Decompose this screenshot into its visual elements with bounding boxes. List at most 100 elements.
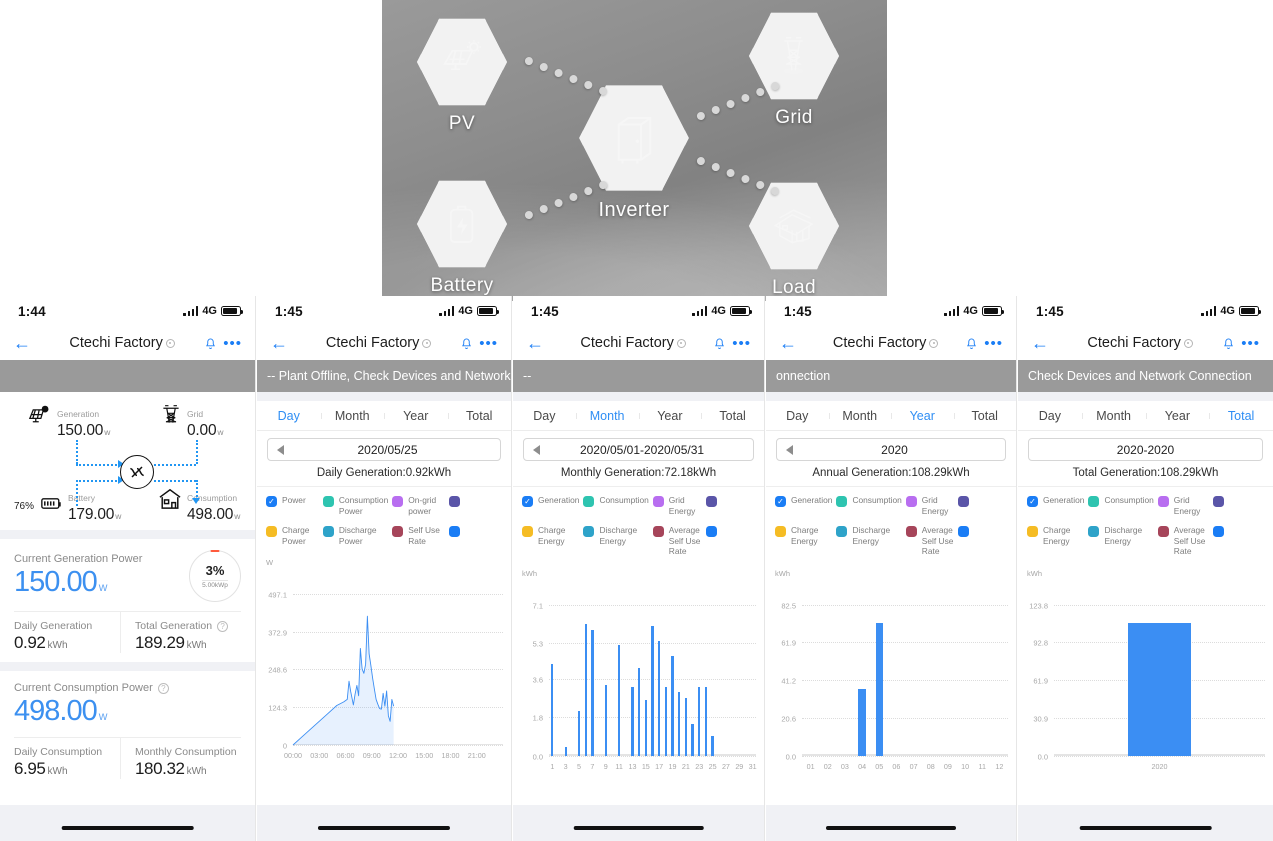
back-arrow-icon[interactable]: ← <box>1031 334 1057 352</box>
legend-swatch[interactable] <box>652 496 664 507</box>
legend-item[interactable]: Discharge Energy <box>583 525 648 557</box>
tab-month[interactable]: Month <box>320 409 385 423</box>
legend-swatch[interactable] <box>905 496 917 507</box>
legend-swatch[interactable] <box>705 496 717 507</box>
legend-item[interactable]: Discharge Power <box>322 525 388 546</box>
legend-item[interactable]: Discharge Energy <box>836 525 901 557</box>
legend-item[interactable]: Consumption <box>836 495 902 516</box>
more-options-icon[interactable]: ••• <box>223 336 242 351</box>
help-icon[interactable]: ? <box>217 620 229 632</box>
legend-swatch[interactable] <box>958 526 970 537</box>
tab-total[interactable]: Total <box>1209 409 1273 423</box>
legend-item[interactable] <box>705 525 755 557</box>
legend-item[interactable]: ✓ Generation <box>522 495 579 516</box>
tab-day[interactable]: Day <box>257 409 321 423</box>
more-options-icon[interactable]: ••• <box>984 336 1003 351</box>
legend-swatch[interactable] <box>583 496 595 507</box>
legend-swatch[interactable] <box>905 526 917 537</box>
legend-swatch[interactable] <box>392 496 404 507</box>
legend-item[interactable] <box>1212 525 1264 557</box>
tab-day[interactable]: Day <box>766 409 829 423</box>
tab-year[interactable]: Year <box>638 409 702 423</box>
legend-item[interactable]: Self Use Rate <box>392 525 445 546</box>
legend-swatch[interactable] <box>1212 496 1224 507</box>
tab-year[interactable]: Year <box>891 409 954 423</box>
bell-icon[interactable] <box>461 337 472 350</box>
legend-item[interactable] <box>958 495 1007 516</box>
tab-month[interactable]: Month <box>1081 409 1146 423</box>
back-arrow-icon[interactable]: ← <box>270 334 296 352</box>
tab-total[interactable]: Total <box>447 409 512 423</box>
legend-item[interactable]: Charge Energy <box>775 525 832 557</box>
tab-day[interactable]: Day <box>513 409 576 423</box>
legend-item[interactable] <box>1212 495 1264 516</box>
tab-month[interactable]: Month <box>828 409 892 423</box>
bell-icon[interactable] <box>1223 337 1234 350</box>
legend-swatch[interactable] <box>322 496 334 507</box>
gear-icon[interactable] <box>1183 338 1193 348</box>
legend-item[interactable]: Discharge Energy <box>1088 525 1153 557</box>
legend-swatch[interactable] <box>266 526 277 537</box>
more-options-icon[interactable]: ••• <box>732 336 751 351</box>
legend-item[interactable] <box>449 495 502 516</box>
back-arrow-icon[interactable]: ← <box>13 334 39 352</box>
legend-item[interactable] <box>705 495 755 516</box>
date-picker[interactable]: 2020/05/25 <box>267 438 501 461</box>
legend-swatch[interactable] <box>1157 526 1169 537</box>
tab-year[interactable]: Year <box>1145 409 1210 423</box>
previous-period-arrow-icon[interactable] <box>277 444 284 455</box>
date-picker[interactable]: 2020 <box>776 438 1006 461</box>
tab-day[interactable]: Day <box>1018 409 1082 423</box>
legend-swatch[interactable] <box>449 526 461 537</box>
legend-item[interactable]: Average Self Use Rate <box>652 525 702 557</box>
legend-swatch[interactable] <box>1088 526 1100 537</box>
legend-swatch[interactable] <box>449 496 461 507</box>
legend-swatch[interactable] <box>1027 526 1038 537</box>
legend-swatch[interactable] <box>836 496 848 507</box>
legend-item[interactable]: Consumption <box>583 495 649 516</box>
bell-icon[interactable] <box>966 337 977 350</box>
legend-swatch[interactable] <box>705 526 717 537</box>
legend-item[interactable]: Grid Energy <box>1157 495 1209 516</box>
back-arrow-icon[interactable]: ← <box>779 334 805 352</box>
legend-item[interactable]: ✓ Generation <box>775 495 832 516</box>
legend-item[interactable]: Average Self Use Rate <box>1157 525 1209 557</box>
legend-swatch[interactable] <box>322 526 334 537</box>
legend-swatch[interactable] <box>1157 496 1169 507</box>
legend-item[interactable]: Charge Energy <box>522 525 579 557</box>
gear-icon[interactable] <box>929 338 939 348</box>
tab-month[interactable]: Month <box>575 409 639 423</box>
legend-item[interactable]: Grid Energy <box>652 495 702 516</box>
legend-item[interactable] <box>449 525 502 546</box>
legend-swatch[interactable]: ✓ <box>266 496 277 507</box>
date-picker[interactable]: 2020/05/01-2020/05/31 <box>523 438 754 461</box>
gear-icon[interactable] <box>676 338 686 348</box>
legend-swatch[interactable] <box>958 496 970 507</box>
more-options-icon[interactable]: ••• <box>1241 336 1260 351</box>
legend-item[interactable]: Consumption Power <box>322 495 388 516</box>
legend-item[interactable]: On-grid power <box>392 495 445 516</box>
bell-icon[interactable] <box>205 337 216 350</box>
previous-period-arrow-icon[interactable] <box>786 444 793 455</box>
legend-item[interactable]: ✓ Power <box>266 495 319 516</box>
legend-swatch[interactable] <box>583 526 595 537</box>
legend-swatch[interactable] <box>1088 496 1100 507</box>
help-icon-2[interactable]: ? <box>157 682 169 694</box>
legend-swatch[interactable] <box>836 526 848 537</box>
legend-swatch[interactable] <box>652 526 664 537</box>
legend-swatch[interactable] <box>775 526 786 537</box>
previous-period-arrow-icon[interactable] <box>533 444 540 455</box>
legend-item[interactable]: ✓ Generation <box>1027 495 1084 516</box>
more-options-icon[interactable]: ••• <box>479 336 498 351</box>
bell-icon[interactable] <box>714 337 725 350</box>
legend-item[interactable]: Charge Power <box>266 525 319 546</box>
legend-swatch[interactable]: ✓ <box>1027 496 1038 507</box>
legend-item[interactable] <box>958 525 1007 557</box>
legend-item[interactable]: Grid Energy <box>905 495 955 516</box>
date-picker[interactable]: 2020-2020 <box>1028 438 1263 461</box>
legend-item[interactable]: Consumption <box>1088 495 1154 516</box>
tab-total[interactable]: Total <box>953 409 1017 423</box>
gear-icon[interactable] <box>165 338 175 348</box>
legend-swatch[interactable] <box>392 526 404 537</box>
tab-total[interactable]: Total <box>701 409 764 423</box>
